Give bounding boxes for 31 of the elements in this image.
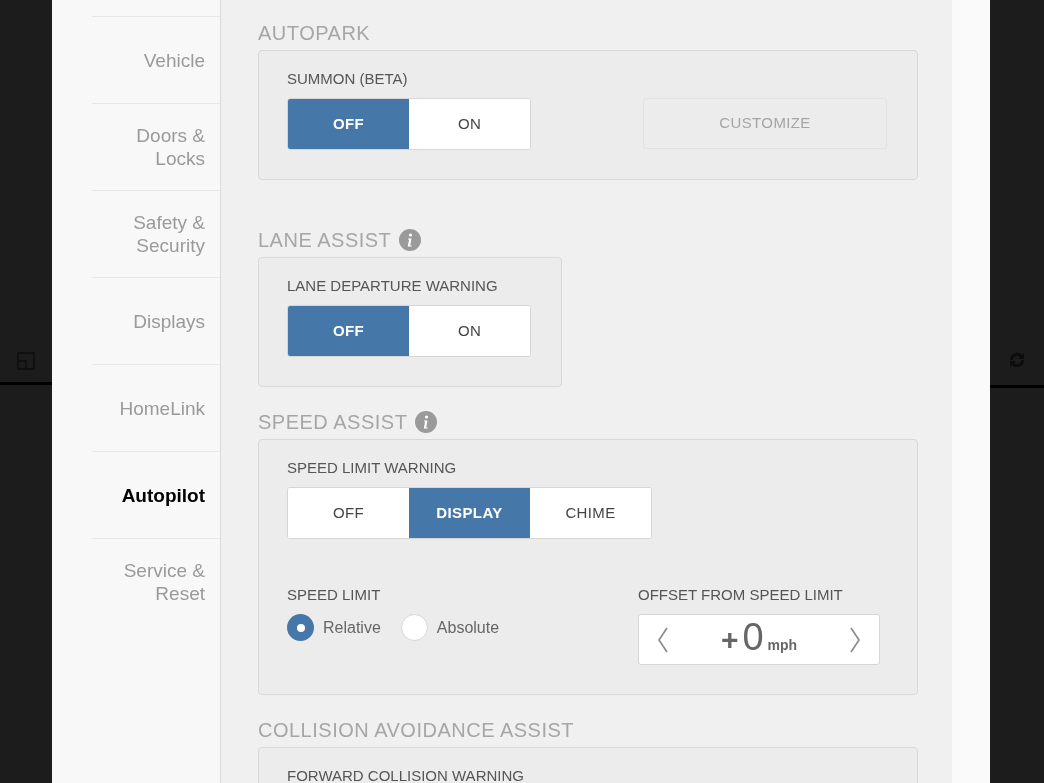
section-title: COLLISION AVOIDANCE ASSIST	[258, 718, 575, 743]
setting-label: SPEED LIMIT	[287, 585, 382, 605]
offset-unit: mph	[767, 636, 798, 655]
setting-label: SPEED LIMIT WARNING	[287, 458, 458, 478]
sidebar-item[interactable]: Service & Reset	[105, 559, 205, 605]
section-title: SPEED ASSIST	[258, 410, 408, 435]
setting-label: SUMMON (BETA)	[287, 69, 409, 89]
sidebar-item[interactable]: Vehicle	[143, 48, 205, 72]
sidebar-item[interactable]: Doors & Locks	[105, 124, 205, 170]
sidebar-item[interactable]: Autopilot	[121, 483, 205, 507]
radio-button[interactable]	[400, 614, 428, 641]
sidebar-item[interactable]: Safety & Security	[105, 211, 205, 257]
setting-label: FORWARD COLLISION WARNING	[287, 766, 524, 783]
chevron-right-icon[interactable]	[849, 626, 861, 653]
chevron-left-icon[interactable]	[657, 626, 669, 653]
section-title: LANE ASSIST	[258, 228, 392, 253]
setting-label: LANE DEPARTURE WARNING	[287, 276, 499, 296]
sidebar-item[interactable]: HomeLink	[119, 396, 205, 420]
setting-label: OFFSET FROM SPEED LIMIT	[638, 585, 844, 605]
segment-option[interactable]: OFF	[288, 306, 409, 356]
radio-button[interactable]	[287, 614, 314, 641]
segment-option[interactable]: DISPLAY	[409, 488, 530, 538]
info-icon[interactable]	[399, 229, 422, 251]
offset-value: 0	[742, 618, 764, 656]
offset-sign: +	[720, 622, 739, 658]
segment-option[interactable]: OFF	[288, 99, 409, 149]
sidebar-item[interactable]: Displays	[133, 309, 205, 333]
radio-label: Relative	[323, 617, 381, 638]
radio-label: Absolute	[436, 617, 500, 638]
info-icon[interactable]	[415, 411, 438, 433]
section-title: AUTOPARK	[258, 21, 371, 46]
